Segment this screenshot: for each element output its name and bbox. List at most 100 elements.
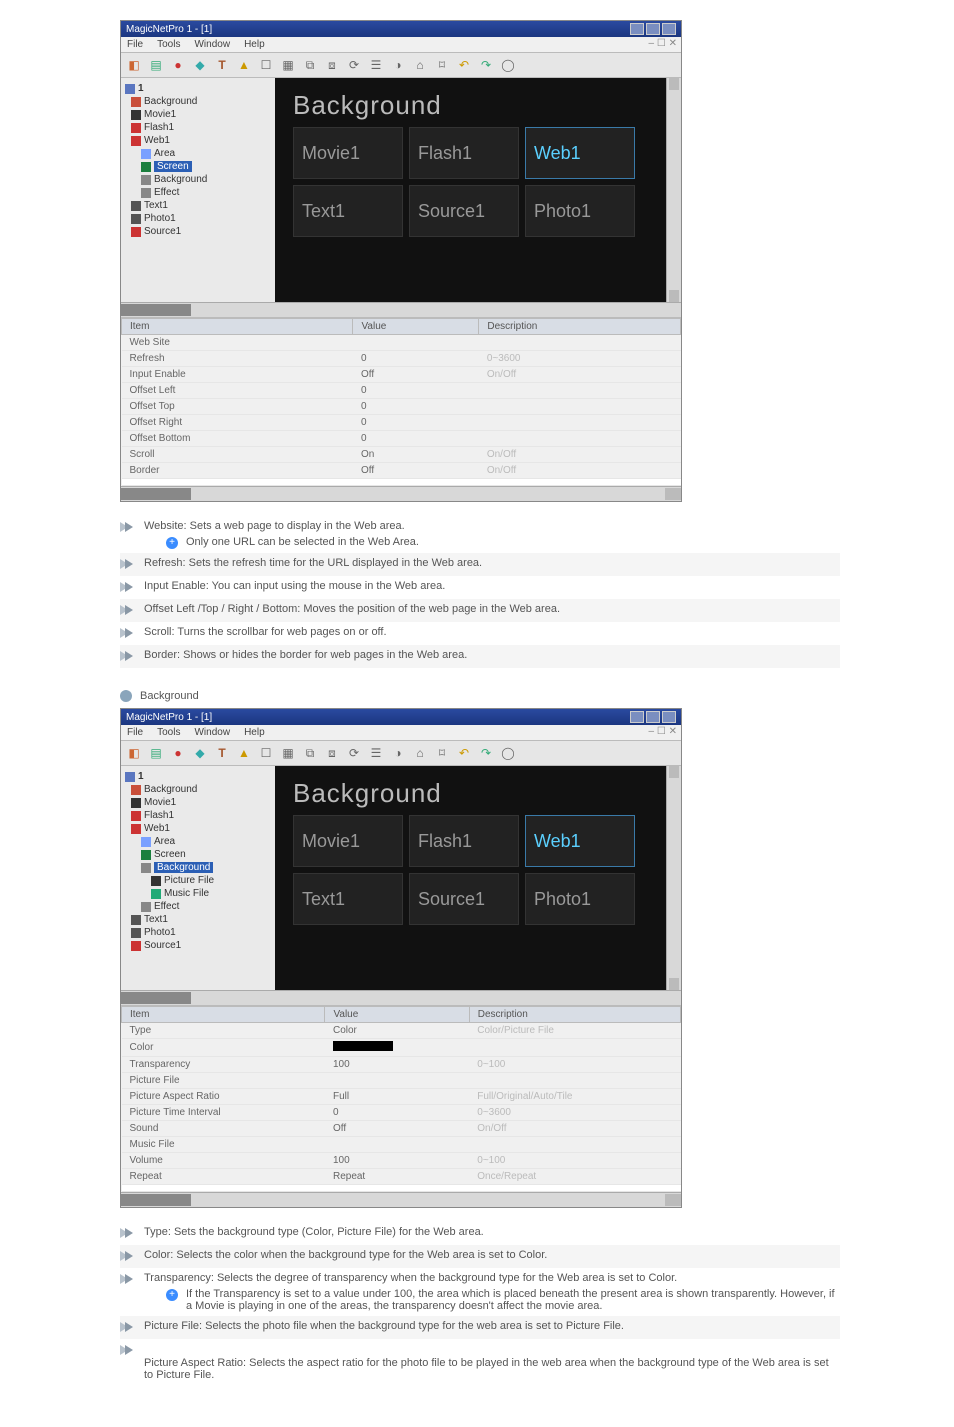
tree-item[interactable]: Effect <box>123 900 273 913</box>
tool-icon[interactable]: ⟳ <box>345 744 363 762</box>
prop-value[interactable]: Off <box>353 463 479 479</box>
layout-cell[interactable]: Movie1 <box>293 127 403 179</box>
layout-cell[interactable]: Text1 <box>293 873 403 925</box>
tree-item[interactable]: Background <box>123 95 273 108</box>
tool-icon[interactable]: ⧉ <box>301 744 319 762</box>
tool-icon[interactable]: ▲ <box>235 744 253 762</box>
tree-item[interactable]: Music File <box>123 887 273 900</box>
tree-item[interactable]: Photo1 <box>123 212 273 225</box>
table-row[interactable]: Picture Time Interval00~3600 <box>122 1105 681 1121</box>
tool-icon[interactable]: ▤ <box>147 744 165 762</box>
menu-help[interactable]: Help <box>244 727 265 738</box>
tree-item[interactable]: Photo1 <box>123 926 273 939</box>
table-row[interactable]: Input EnableOffOn/Off <box>122 367 681 383</box>
table-row[interactable]: Refresh00~3600 <box>122 351 681 367</box>
tree-item[interactable]: Background <box>123 783 273 796</box>
tool-icon[interactable]: ◧ <box>125 744 143 762</box>
tool-icon[interactable]: ▲ <box>235 56 253 74</box>
tree-item[interactable]: Source1 <box>123 225 273 238</box>
layout-cell[interactable]: Web1 <box>525 127 635 179</box>
table-row[interactable]: BorderOffOn/Off <box>122 463 681 479</box>
tool-icon[interactable]: T <box>213 56 231 74</box>
tree-item[interactable]: Effect <box>123 186 273 199</box>
prop-value[interactable] <box>325 1039 469 1057</box>
tree-item[interactable]: Movie1 <box>123 796 273 809</box>
table-row[interactable]: Transparency1000~100 <box>122 1057 681 1073</box>
prop-value[interactable]: 0 <box>353 399 479 415</box>
tool-icon[interactable]: ↷ <box>477 56 495 74</box>
table-row[interactable]: RepeatRepeatOnce/Repeat <box>122 1169 681 1185</box>
scrollbar-horizontal[interactable] <box>121 990 681 1005</box>
tool-icon[interactable]: ⌑ <box>433 744 451 762</box>
table-row[interactable]: Offset Right0 <box>122 415 681 431</box>
menu-file[interactable]: File <box>127 727 143 738</box>
tool-icon[interactable]: ▤ <box>147 56 165 74</box>
tree-item[interactable]: Area <box>123 835 273 848</box>
tree-item[interactable]: Background <box>123 861 273 874</box>
tool-icon[interactable]: ☰ <box>367 56 385 74</box>
tool-icon[interactable]: ⟳ <box>345 56 363 74</box>
prop-value[interactable]: 0 <box>353 383 479 399</box>
tool-icon[interactable]: ▦ <box>279 56 297 74</box>
maximize-icon[interactable] <box>646 711 660 723</box>
table-row[interactable]: SoundOffOn/Off <box>122 1121 681 1137</box>
layout-cell[interactable]: Photo1 <box>525 185 635 237</box>
minimize-icon[interactable] <box>630 23 644 35</box>
menu-file[interactable]: File <box>127 39 143 50</box>
layout-cell[interactable]: Text1 <box>293 185 403 237</box>
tree-item[interactable]: Background <box>123 173 273 186</box>
tool-icon[interactable]: ● <box>169 56 187 74</box>
tree-item[interactable]: Flash1 <box>123 121 273 134</box>
tool-icon[interactable]: ⧉ <box>301 56 319 74</box>
table-row[interactable]: ScrollOnOn/Off <box>122 447 681 463</box>
tree-item[interactable]: Web1 <box>123 134 273 147</box>
tool-icon[interactable]: ◯ <box>499 744 517 762</box>
tree-item[interactable]: Screen <box>123 848 273 861</box>
prop-value[interactable]: Off <box>325 1121 469 1137</box>
layout-cell[interactable]: Web1 <box>525 815 635 867</box>
tree-item[interactable]: Web1 <box>123 822 273 835</box>
table-row[interactable]: Offset Top0 <box>122 399 681 415</box>
tool-icon[interactable]: T <box>213 744 231 762</box>
prop-value[interactable]: On <box>353 447 479 463</box>
tool-icon[interactable]: ☐ <box>257 56 275 74</box>
layout-cell[interactable]: Flash1 <box>409 127 519 179</box>
tool-icon[interactable]: ⌂ <box>411 56 429 74</box>
tool-icon[interactable]: ◯ <box>499 56 517 74</box>
tree-item[interactable]: Source1 <box>123 939 273 952</box>
prop-value[interactable]: Full <box>325 1089 469 1105</box>
prop-value[interactable]: 100 <box>325 1153 469 1169</box>
layout-cell[interactable]: Photo1 <box>525 873 635 925</box>
prop-value[interactable]: 0 <box>353 431 479 447</box>
minimize-icon[interactable] <box>630 711 644 723</box>
menu-window[interactable]: Window <box>194 39 230 50</box>
scrollbar-horizontal[interactable] <box>121 302 681 317</box>
menu-tools[interactable]: Tools <box>157 39 180 50</box>
layout-cell[interactable]: Source1 <box>409 185 519 237</box>
tool-icon[interactable]: ⧈ <box>323 56 341 74</box>
tool-icon[interactable]: ⌑ <box>433 56 451 74</box>
scrollbar-vertical[interactable] <box>666 766 681 990</box>
tool-icon[interactable]: ◧ <box>125 56 143 74</box>
table-row[interactable]: Web Site <box>122 335 681 351</box>
maximize-icon[interactable] <box>646 23 660 35</box>
tool-icon[interactable]: ↶ <box>455 56 473 74</box>
menu-window[interactable]: Window <box>194 727 230 738</box>
prop-value[interactable]: 100 <box>325 1057 469 1073</box>
prop-value[interactable]: Repeat <box>325 1169 469 1185</box>
prop-value[interactable]: 0 <box>325 1105 469 1121</box>
tree-item[interactable]: Movie1 <box>123 108 273 121</box>
tree-item[interactable]: Flash1 <box>123 809 273 822</box>
prop-value[interactable]: 0 <box>353 351 479 367</box>
tool-icon[interactable]: ☐ <box>257 744 275 762</box>
close-icon[interactable] <box>662 711 676 723</box>
prop-value[interactable]: 0 <box>353 415 479 431</box>
table-row[interactable]: Offset Bottom0 <box>122 431 681 447</box>
tool-icon[interactable]: ● <box>169 744 187 762</box>
layout-cell[interactable]: Flash1 <box>409 815 519 867</box>
close-icon[interactable] <box>662 23 676 35</box>
prop-value[interactable] <box>353 335 479 351</box>
tool-icon[interactable]: ◆ <box>191 744 209 762</box>
table-row[interactable]: Music File <box>122 1137 681 1153</box>
prop-value[interactable] <box>325 1073 469 1089</box>
